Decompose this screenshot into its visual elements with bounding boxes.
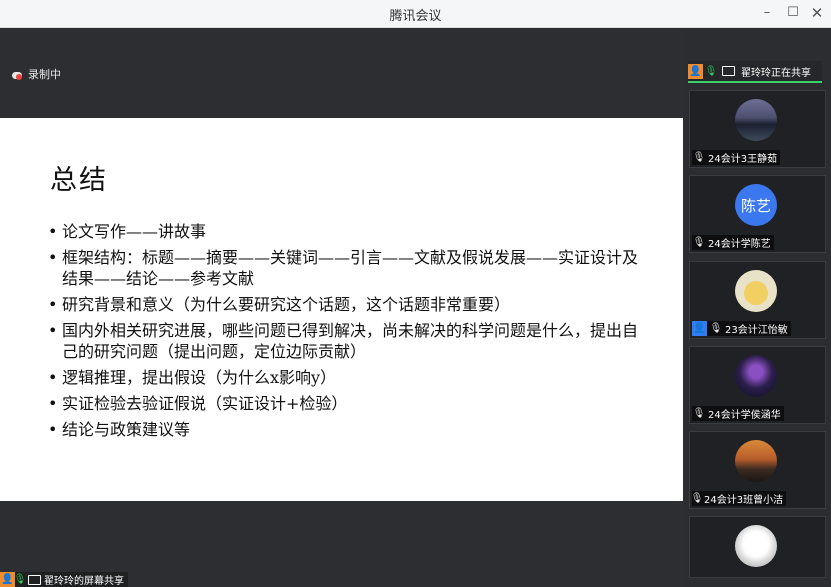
- mic-on-icon: 🎙: [704, 65, 718, 77]
- participant-sidebar: 👤 🎙 翟玲玲正在共享 🎙 24会计3王静茹 陈艺 🎙 24会计学陈艺 👤 🎙 …: [683, 28, 831, 587]
- slide-bullet: 逻辑推理，提出假设（为什么x影响y）: [48, 367, 648, 388]
- sharer-label: 翟玲玲正在共享: [741, 67, 811, 79]
- title-bar: 腾讯会议 – ☐ ✕: [0, 0, 831, 28]
- screen-share-label-bar[interactable]: 👤 🎙 翟玲玲的屏幕共享: [0, 572, 128, 587]
- slide-bullet: 国内外相关研究进展，哪些问题已得到解决，尚未解决的科学问题是什么，提出自己的研究…: [48, 320, 648, 362]
- participant-avatar: [735, 355, 777, 397]
- participant-tile[interactable]: 🎙 24会计学侯涵华: [689, 346, 826, 424]
- slide-bullet: 结论与政策建议等: [48, 419, 648, 440]
- participant-name: 23会计江怡敏: [725, 325, 788, 336]
- participant-name-tag: 🎙 24会计3王静茹: [692, 150, 781, 165]
- slide-bullet: 框架结构：标题——摘要——关键词——引言——文献及假说发展——实证设计及结果——…: [48, 247, 648, 289]
- slide-bullet: 实证检验去验证假说（实证设计+检验）: [48, 393, 648, 414]
- host-person-icon: 👤: [688, 63, 703, 79]
- user-icon: 👤: [692, 321, 707, 336]
- mic-muted-icon: 🎙: [709, 323, 723, 334]
- participant-tile[interactable]: 陈艺 🎙 24会计学陈艺: [689, 175, 826, 253]
- screen-share-icon: [722, 66, 735, 76]
- participant-name: 24会计学侯涵华: [708, 410, 781, 421]
- mic-on-icon: 🎙: [690, 493, 704, 504]
- participant-name: 24会计学陈艺: [708, 239, 771, 250]
- active-sharer-row[interactable]: 👤 🎙 翟玲玲正在共享: [688, 61, 822, 83]
- participant-name-tag: 🎙 24会计3班曾小洁: [690, 491, 787, 506]
- mic-muted-icon: 🎙: [692, 237, 706, 248]
- avatar-initials: 陈艺: [740, 196, 771, 215]
- screen-share-label: 翟玲玲的屏幕共享: [44, 576, 124, 587]
- close-button[interactable]: ✕: [807, 3, 827, 23]
- slide-title: 总结: [50, 165, 108, 196]
- mic-on-icon: 🎙: [13, 574, 27, 585]
- participant-name-tag: 🎙 24会计学侯涵华: [692, 406, 784, 421]
- recording-label: 录制中: [28, 68, 61, 81]
- participant-name-tag: 👤 🎙 23会计江怡敏: [692, 321, 791, 336]
- window-title: 腾讯会议: [389, 9, 442, 24]
- participant-tile[interactable]: 👤 🎙 23会计江怡敏: [689, 261, 826, 339]
- participant-avatar: [735, 99, 777, 141]
- participant-avatar: [735, 440, 777, 482]
- maximize-button[interactable]: ☐: [783, 3, 803, 23]
- participant-name-tag: 🎙 24会计学陈艺: [692, 235, 774, 250]
- presentation-slide: 总结 论文写作——讲故事 框架结构：标题——摘要——关键词——引言——文献及假说…: [0, 118, 683, 501]
- slide-bullet-list: 论文写作——讲故事 框架结构：标题——摘要——关键词——引言——文献及假说发展—…: [48, 221, 648, 445]
- participant-tile[interactable]: 🎙 24会计3班曾小洁: [689, 431, 826, 509]
- slide-bullet: 论文写作——讲故事: [48, 221, 648, 242]
- participant-tile[interactable]: [689, 516, 826, 578]
- shared-screen-area: 录制中 总结 论文写作——讲故事 框架结构：标题——摘要——关键词——引言——文…: [0, 28, 683, 587]
- minimize-button[interactable]: –: [757, 3, 777, 23]
- participant-avatar: [735, 270, 777, 312]
- recording-icon: [12, 70, 24, 80]
- screen-share-icon: [28, 574, 41, 585]
- participant-avatar: [735, 525, 777, 567]
- participant-name: 24会计3王静茹: [708, 154, 778, 165]
- participant-avatar: 陈艺: [735, 184, 777, 226]
- mic-muted-icon: 🎙: [692, 408, 706, 419]
- participant-name: 24会计3班曾小洁: [704, 495, 784, 506]
- mic-muted-icon: 🎙: [692, 152, 706, 163]
- recording-indicator[interactable]: 录制中: [12, 66, 61, 82]
- participant-tile[interactable]: 🎙 24会计3王静茹: [689, 90, 826, 168]
- slide-bullet: 研究背景和意义（为什么要研究这个话题，这个话题非常重要）: [48, 294, 648, 315]
